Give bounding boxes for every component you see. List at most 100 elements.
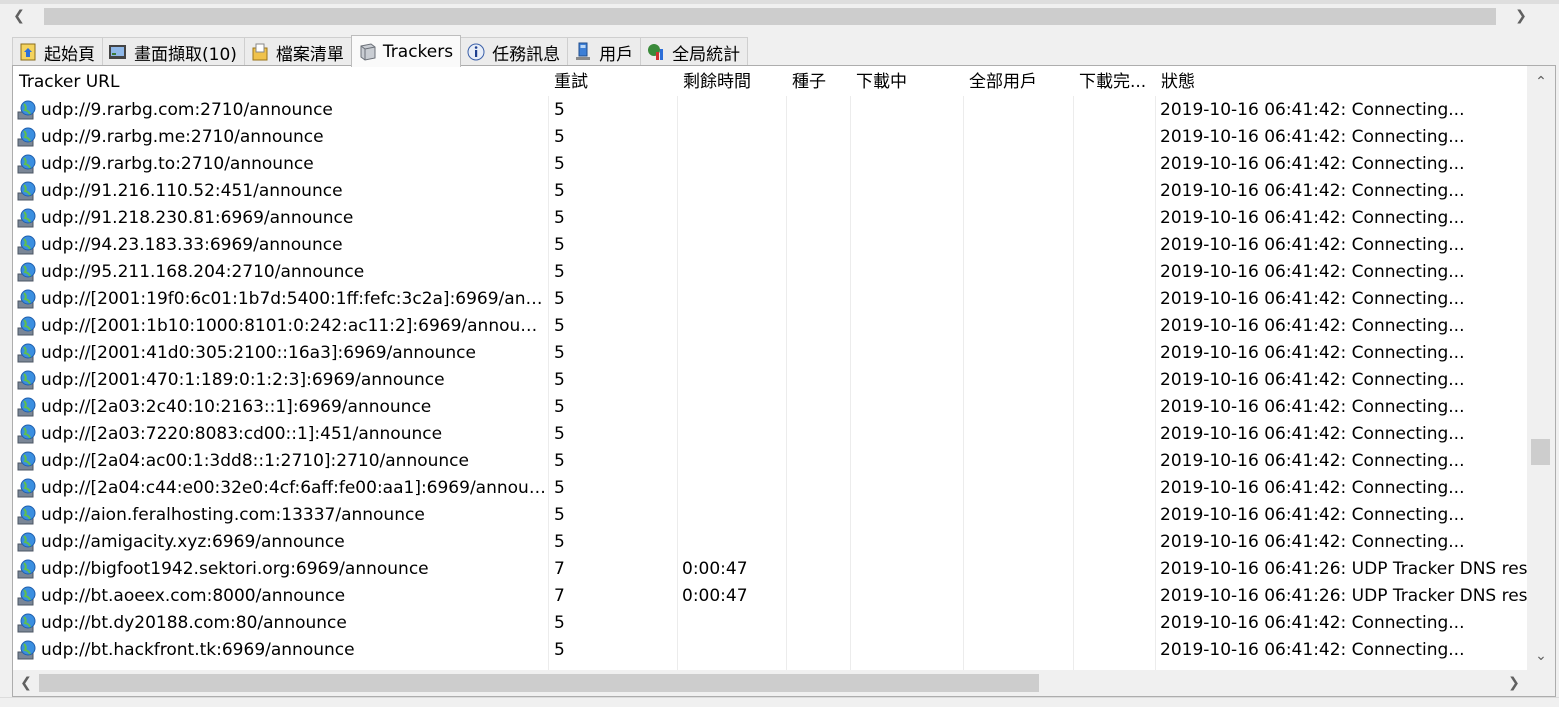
column-header-completed[interactable]: 下載完... — [1073, 66, 1155, 96]
upper-horizontal-scrollbar[interactable]: ❮ ❯ — [6, 5, 1536, 27]
remaining-time — [682, 339, 782, 366]
tab-screenshots[interactable]: 畫面擷取(10) — [102, 37, 245, 66]
remaining-time — [682, 393, 782, 420]
tracker-url: udp://94.23.183.33:6969/announce — [41, 234, 343, 255]
tracker-rows: udp://9.rarbg.com:2710/announce 5 2019-10-… — [13, 96, 1527, 670]
tracker-row[interactable]: udp://[2a03:7220:8083:cd00::1]:451/annou… — [13, 420, 1527, 447]
tracker-row[interactable]: udp://bigfoot1942.sektori.org:6969/annou… — [13, 555, 1527, 582]
tab-label: 起始頁 — [44, 44, 95, 65]
horizontal-scrollbar-thumb[interactable] — [39, 674, 1039, 692]
tab-file-list[interactable]: 檔案清單 — [243, 37, 352, 66]
tracker-globe-icon — [17, 586, 36, 605]
remaining-time — [682, 204, 782, 231]
tracker-globe-icon — [17, 613, 36, 632]
tab-label: Trackers — [382, 41, 454, 62]
tracker-status: 2019-10-16 06:41:26: UDP Tracker DNS res… — [1160, 586, 1527, 606]
tab-statistics[interactable]: 全局統計 — [640, 37, 749, 66]
tracker-status: 2019-10-16 06:41:42: Connecting... — [1160, 370, 1465, 390]
remaining-time — [682, 474, 782, 501]
tracker-row[interactable]: udp://95.211.168.204:2710/announce 5 2019-… — [13, 258, 1527, 285]
tracker-row[interactable]: udp://[2a03:2c40:10:2163::1]:6969/announ… — [13, 393, 1527, 420]
scroll-right-icon[interactable]: ❯ — [1501, 670, 1527, 696]
tracker-row[interactable]: udp://[2001:470:1:189:0:1:2:3]:6969/anno… — [13, 366, 1527, 393]
scroll-left-icon[interactable]: ❮ — [6, 5, 32, 27]
tab-peers[interactable]: 用戶 — [567, 37, 642, 66]
remaining-time — [682, 636, 782, 663]
retry-count: 5 — [554, 640, 565, 660]
retry-count: 5 — [554, 451, 565, 471]
vertical-scrollbar[interactable]: ⌃ ⌄ — [1527, 66, 1555, 670]
tracker-url: udp://[2001:19f0:6c01:1b7d:5400:1ff:fefc… — [41, 288, 547, 309]
tracker-url: udp://[2a04:c44:e00:32e0:4cf:6aff:fe00:a… — [41, 477, 547, 498]
tracker-status: 2019-10-16 06:41:42: Connecting... — [1160, 424, 1465, 444]
tracker-status: 2019-10-16 06:41:42: Connecting... — [1160, 316, 1465, 336]
tracker-row[interactable]: udp://9.rarbg.to:2710/announce 5 2019-10-1… — [13, 150, 1527, 177]
retry-count: 5 — [554, 127, 565, 147]
tracker-row[interactable]: udp://[2001:41d0:305:2100::16a3]:6969/an… — [13, 339, 1527, 366]
tracker-row[interactable]: udp://[2a04:ac00:1:3dd8::1:2710]:2710/an… — [13, 447, 1527, 474]
tracker-url-cell: udp://9.rarbg.com:2710/announce — [17, 96, 547, 123]
start-page-icon — [20, 43, 36, 61]
tracker-row[interactable]: udp://91.218.230.81:6969/announce 5 2019-1… — [13, 204, 1527, 231]
upper-pane-edge — [0, 0, 1559, 4]
tracker-row[interactable]: udp://amigacity.xyz:6969/announce 5 2019-1… — [13, 528, 1527, 555]
tracker-url-cell: udp://[2a03:7220:8083:cd00::1]:451/annou… — [17, 420, 547, 447]
tracker-globe-icon — [17, 370, 36, 389]
tracker-url-cell: udp://95.211.168.204:2710/announce — [17, 258, 547, 285]
column-header-remaining-time[interactable]: 剩餘時間 — [677, 66, 786, 96]
retry-count: 5 — [554, 235, 565, 255]
tracker-status: 2019-10-16 06:41:42: Connecting... — [1160, 613, 1465, 633]
tracker-url: udp://[2001:470:1:189:0:1:2:3]:6969/anno… — [41, 369, 445, 390]
tracker-row[interactable]: udp://[2a04:c44:e00:32e0:4cf:6aff:fe00:a… — [13, 474, 1527, 501]
horizontal-scrollbar[interactable]: ❮ ❯ — [13, 670, 1527, 696]
scrollbar-corner — [1527, 670, 1555, 696]
remaining-time — [682, 177, 782, 204]
tracker-status: 2019-10-16 06:41:42: Connecting... — [1160, 640, 1465, 660]
tracker-globe-icon — [17, 127, 36, 146]
column-header-tracker-url[interactable]: Tracker URL — [13, 66, 550, 96]
tracker-row[interactable]: udp://94.23.183.33:6969/announce 5 2019-10… — [13, 231, 1527, 258]
column-header-all-peers[interactable]: 全部用戶 — [963, 66, 1073, 96]
tracker-row[interactable]: udp://aion.feralhosting.com:13337/announ… — [13, 501, 1527, 528]
tab-label: 全局統計 — [672, 44, 741, 65]
tracker-globe-icon — [17, 478, 36, 497]
tracker-url: udp://[2001:41d0:305:2100::16a3]:6969/an… — [41, 342, 476, 363]
tracker-row[interactable]: udp://bt.hackfront.tk:6969/announce 5 2019… — [13, 636, 1527, 663]
tracker-row[interactable]: udp://bt.aoeex.com:8000/announce 7 0:00:47… — [13, 582, 1527, 609]
tracker-row[interactable]: udp://9.rarbg.com:2710/announce 5 2019-10-… — [13, 96, 1527, 123]
tracker-url-cell: udp://[2a04:c44:e00:32e0:4cf:6aff:fe00:a… — [17, 474, 547, 501]
tracker-row[interactable]: udp://[2001:1b10:1000:8101:0:242:ac11:2]… — [13, 312, 1527, 339]
remaining-time: 0:00:47 — [682, 559, 748, 579]
tracker-globe-icon — [17, 397, 36, 416]
retry-count: 5 — [554, 424, 565, 444]
tracker-row[interactable]: udp://9.rarbg.me:2710/announce 5 2019-10-1… — [13, 123, 1527, 150]
tracker-url-cell: udp://94.23.183.33:6969/announce — [17, 231, 547, 258]
tracker-globe-icon — [17, 559, 36, 578]
scroll-up-icon[interactable]: ⌃ — [1527, 68, 1555, 96]
tracker-row[interactable]: udp://bt.dy20188.com:80/announce 5 2019-10… — [13, 609, 1527, 636]
tracker-row[interactable]: udp://91.216.110.52:451/announce 5 2019-10… — [13, 177, 1527, 204]
tab-start-page[interactable]: 起始頁 — [12, 37, 103, 66]
scroll-down-icon[interactable]: ⌄ — [1527, 642, 1555, 670]
column-header-retry[interactable]: 重試 — [548, 66, 677, 96]
tracker-url-cell: udp://[2001:41d0:305:2100::16a3]:6969/an… — [17, 339, 547, 366]
tracker-url-cell: udp://bt.aoeex.com:8000/announce — [17, 582, 547, 609]
vertical-scrollbar-thumb[interactable] — [1531, 438, 1550, 465]
tracker-globe-icon — [17, 532, 36, 551]
column-header-status[interactable]: 狀態 — [1155, 66, 1527, 96]
retry-count: 5 — [554, 316, 565, 336]
column-header-seeds[interactable]: 種子 — [786, 66, 850, 96]
tab-trackers[interactable]: Trackers — [350, 35, 462, 67]
scroll-right-icon[interactable]: ❯ — [1508, 5, 1534, 27]
tab-task-info[interactable]: 任務訊息 — [460, 37, 569, 66]
tracker-url-cell: udp://9.rarbg.to:2710/announce — [17, 150, 547, 177]
remaining-time — [682, 123, 782, 150]
tracker-row[interactable]: udp://[2001:19f0:6c01:1b7d:5400:1ff:fefc… — [13, 285, 1527, 312]
upper-scrollbar-thumb[interactable] — [44, 8, 1496, 25]
tracker-status: 2019-10-16 06:41:42: Connecting... — [1160, 451, 1465, 471]
tracker-status: 2019-10-16 06:41:42: Connecting... — [1160, 532, 1465, 552]
column-header-downloading[interactable]: 下載中 — [850, 66, 963, 96]
tracker-status: 2019-10-16 06:41:42: Connecting... — [1160, 127, 1465, 147]
scroll-left-icon[interactable]: ❮ — [13, 670, 39, 696]
tracker-url-cell: udp://[2001:19f0:6c01:1b7d:5400:1ff:fefc… — [17, 285, 547, 312]
